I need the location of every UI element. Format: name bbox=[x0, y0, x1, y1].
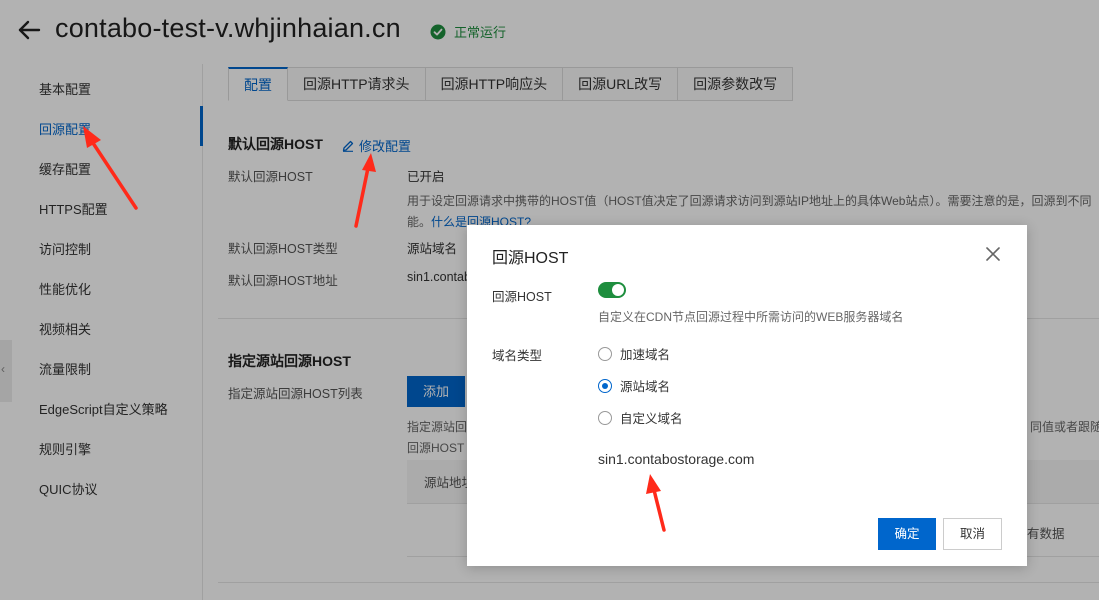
domain-type-label: 域名类型 bbox=[492, 349, 543, 363]
close-icon[interactable] bbox=[985, 246, 1001, 262]
radio-label: 源站域名 bbox=[620, 380, 671, 394]
radio-custom-domain[interactable]: 自定义域名 bbox=[598, 408, 683, 427]
origin-host-toggle-hint: 自定义在CDN节点回源过程中所需访问的WEB服务器域名 bbox=[598, 310, 904, 324]
origin-host-dialog: 回源HOST 回源HOST 自定义在CDN节点回源过程中所需访问的WEB服务器域… bbox=[467, 225, 1027, 566]
dialog-title: 回源HOST bbox=[492, 250, 569, 267]
radio-button-checked[interactable] bbox=[598, 378, 612, 393]
radio-label: 加速域名 bbox=[620, 348, 671, 362]
radio-button[interactable] bbox=[598, 410, 612, 425]
confirm-button[interactable]: 确定 bbox=[878, 518, 936, 550]
origin-host-toggle-label: 回源HOST bbox=[492, 290, 552, 304]
origin-host-toggle[interactable] bbox=[598, 282, 626, 298]
radio-button[interactable] bbox=[598, 346, 612, 361]
radio-accelerated-domain[interactable]: 加速域名 bbox=[598, 344, 670, 363]
radio-label: 自定义域名 bbox=[620, 412, 683, 426]
radio-origin-domain[interactable]: 源站域名 bbox=[598, 376, 670, 395]
origin-host-value: sin1.contabostorage.com bbox=[598, 451, 755, 467]
cancel-button[interactable]: 取消 bbox=[943, 518, 1002, 550]
